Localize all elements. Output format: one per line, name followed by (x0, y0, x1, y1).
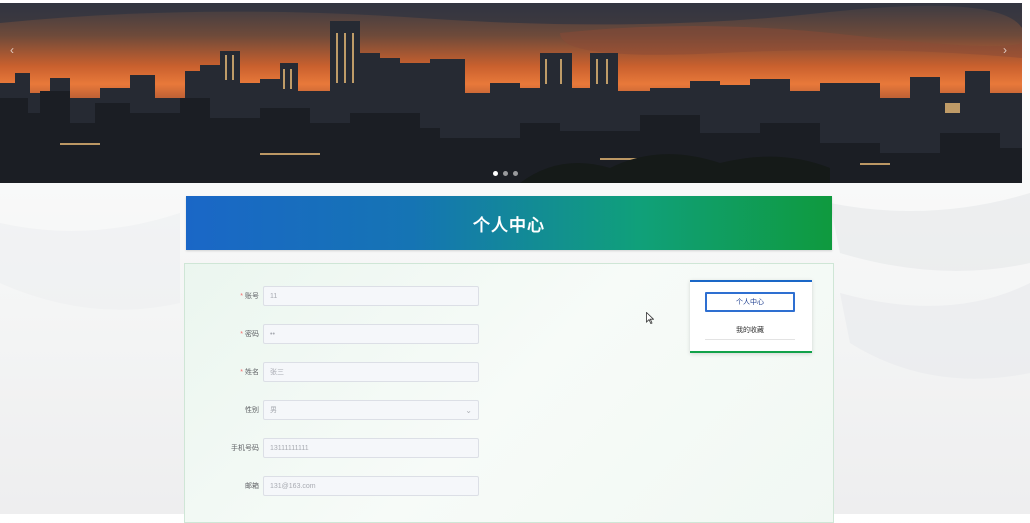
required-mark: * (240, 293, 243, 300)
required-mark: * (240, 369, 243, 376)
menu-item-favorites[interactable]: 我的收藏 (705, 322, 795, 338)
account-input[interactable]: 11 (263, 286, 479, 306)
gender-label: 性别 (245, 407, 259, 414)
carousel-dot[interactable] (513, 171, 518, 176)
carousel-next-arrow[interactable]: › (998, 43, 1012, 57)
city-skyline-image (0, 3, 1022, 183)
email-label: 邮箱 (245, 483, 259, 490)
menu-item-profile[interactable]: 个人中心 (705, 292, 795, 312)
menu-divider (705, 339, 795, 340)
email-input[interactable]: 131@163.com (263, 476, 479, 496)
name-input[interactable]: 张三 (263, 362, 479, 382)
carousel-dot[interactable] (493, 171, 498, 176)
phone-label: 手机号码 (231, 445, 259, 452)
required-mark: * (240, 331, 243, 338)
form-row-email: 邮箱 131@163.com (185, 476, 479, 496)
gender-select[interactable]: 男 ⌄ (263, 400, 479, 420)
form-row-phone: 手机号码 13111111111 (185, 438, 479, 458)
password-input[interactable]: •• (263, 324, 479, 344)
form-row-name: * 姓名 张三 (185, 362, 479, 382)
mouse-cursor-icon (646, 312, 654, 324)
form-row-account: * 账号 11 (185, 286, 479, 306)
carousel-prev-arrow[interactable]: ‹ (5, 43, 19, 57)
name-label: * 姓名 (240, 369, 259, 376)
city-banner-carousel[interactable]: ‹ › (0, 3, 1022, 183)
page-title-bar: 个人中心 (186, 196, 832, 250)
page-title: 个人中心 (473, 215, 545, 235)
chevron-down-icon: ⌄ (465, 405, 472, 415)
form-row-password: * 密码 •• (185, 324, 479, 344)
account-label: * 账号 (240, 293, 259, 300)
carousel-dot[interactable] (503, 171, 508, 176)
phone-input[interactable]: 13111111111 (263, 438, 479, 458)
password-label: * 密码 (240, 331, 259, 338)
form-row-gender: 性别 男 ⌄ (185, 400, 479, 420)
carousel-indicators (493, 171, 518, 176)
user-side-menu: 个人中心 我的收藏 (690, 280, 812, 353)
